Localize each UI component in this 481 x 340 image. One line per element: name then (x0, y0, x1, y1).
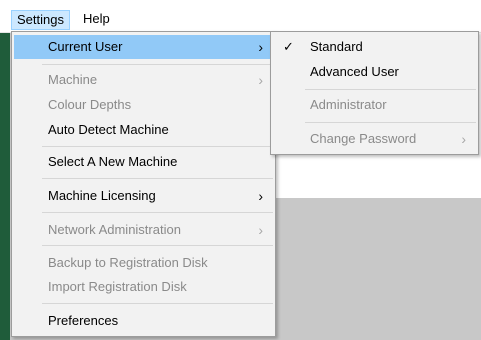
menu-item-network-administration[interactable]: Network Administration › (14, 218, 273, 242)
menu-item-preferences[interactable]: Preferences (14, 309, 273, 333)
menu-item-standard[interactable]: ✓ Standard (273, 35, 476, 59)
menu-help[interactable]: Help (78, 10, 115, 30)
menu-item-import-registration[interactable]: Import Registration Disk (14, 275, 273, 299)
menu-item-label: Machine (48, 72, 98, 87)
settings-dropdown: Current User › Machine › Colour Depths A… (11, 31, 276, 337)
menu-item-machine-licensing[interactable]: Machine Licensing › (14, 184, 273, 208)
menu-settings[interactable]: Settings (11, 10, 70, 30)
menu-item-label: Import Registration Disk (48, 279, 187, 294)
menu-item-label: Preferences (48, 313, 119, 328)
chevron-right-icon: › (258, 72, 263, 88)
menu-separator (305, 89, 476, 90)
menu-item-select-new-machine[interactable]: Select A New Machine (14, 150, 273, 174)
menu-item-label: Machine Licensing (48, 188, 156, 203)
chevron-right-icon: › (461, 131, 466, 147)
menu-item-label: Standard (310, 39, 363, 54)
menu-bar: Settings Help (0, 0, 481, 33)
menu-separator (42, 245, 273, 246)
menu-item-current-user[interactable]: Current User › (14, 35, 273, 59)
menu-separator (42, 212, 273, 213)
menu-item-label: Change Password (310, 131, 417, 146)
current-user-submenu: ✓ Standard Advanced User Administrator C… (270, 31, 479, 155)
menu-item-change-password[interactable]: Change Password › (273, 127, 476, 151)
menu-separator (42, 178, 273, 179)
menu-separator (42, 303, 273, 304)
menu-item-label: Network Administration (48, 222, 181, 237)
menu-item-advanced-user[interactable]: Advanced User (273, 60, 476, 84)
menu-separator (42, 146, 273, 147)
menu-item-label: Advanced User (310, 64, 399, 79)
chevron-right-icon: › (258, 188, 263, 204)
menu-item-label: Administrator (310, 97, 387, 112)
menu-item-auto-detect-machine[interactable]: Auto Detect Machine (14, 118, 273, 142)
menu-item-label: Colour Depths (48, 97, 132, 112)
menu-separator (42, 64, 273, 65)
menu-separator (305, 122, 476, 123)
chevron-right-icon: › (258, 39, 263, 55)
menu-item-administrator[interactable]: Administrator (273, 93, 476, 117)
chevron-right-icon: › (258, 222, 263, 238)
checkmark-icon: ✓ (283, 39, 294, 54)
menu-item-machine[interactable]: Machine › (14, 68, 273, 92)
menu-item-label: Current User (48, 39, 123, 54)
window-edge (0, 33, 10, 340)
menu-item-label: Backup to Registration Disk (48, 255, 208, 270)
menu-item-label: Auto Detect Machine (48, 122, 169, 137)
menu-item-label: Select A New Machine (48, 154, 178, 169)
menu-item-backup-registration[interactable]: Backup to Registration Disk (14, 251, 273, 275)
menu-item-colour-depths[interactable]: Colour Depths (14, 93, 273, 117)
